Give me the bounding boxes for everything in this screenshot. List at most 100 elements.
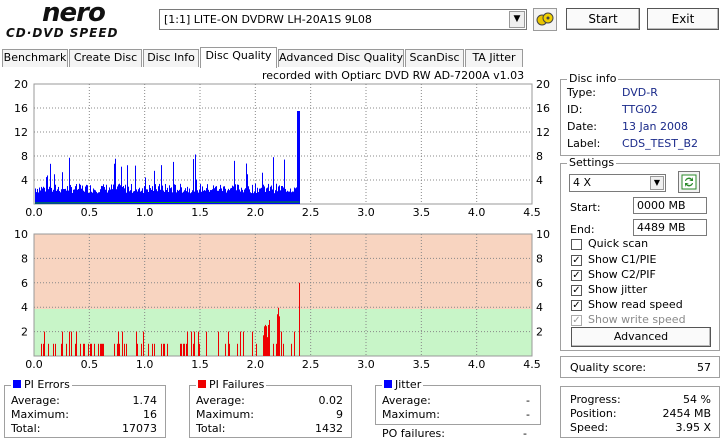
pi-error-bar [123, 185, 124, 204]
pi-error-bar [98, 192, 99, 204]
pi-errors-plot-area [33, 83, 533, 205]
pi-error-bar [91, 191, 92, 204]
settings-group: Settings 4 X ▼ Start: 0000 MB End: 4489 … [560, 157, 720, 351]
pi-error-bar [147, 189, 148, 204]
pi-failure-bar [76, 331, 77, 356]
show-read-speed-checkbox[interactable]: ✓ [571, 300, 582, 311]
pi-failure-bar [117, 343, 118, 356]
jitter-max-label: Maximum: [382, 408, 440, 421]
tab-scandisc[interactable]: ScanDisc [405, 49, 464, 67]
disc-drive-icon [536, 12, 554, 26]
c2-x-tick-label: 0.5 [81, 358, 99, 371]
pi-error-bar [138, 189, 139, 204]
pi-failure-bar [136, 331, 137, 356]
start-button[interactable]: Start [566, 8, 640, 30]
tab-disc-quality[interactable]: Disc Quality [200, 47, 277, 68]
pi-failure-bar [91, 343, 92, 356]
pi-error-bar [299, 111, 300, 204]
pi-error-bar [257, 187, 258, 204]
tab-benchmark[interactable]: Benchmark [2, 49, 68, 67]
pi-error-bar [101, 185, 102, 204]
refresh-icon [681, 174, 697, 190]
quick-scan-checkbox[interactable] [571, 239, 582, 250]
start-input[interactable]: 0000 MB [633, 197, 707, 214]
show-read-speed-label: Show read speed [588, 298, 683, 311]
chevron-down-icon[interactable]: ▼ [650, 176, 664, 190]
pi-error-bar [125, 184, 126, 204]
pi-failure-bar [163, 343, 164, 356]
position-value: 2454 MB [662, 407, 711, 420]
pi-error-bar [86, 184, 87, 204]
pi-error-bar [213, 185, 214, 204]
pi-failure-bar [269, 319, 270, 356]
show-jitter-checkbox[interactable]: ✓ [571, 285, 582, 296]
pi-error-bar [215, 186, 216, 204]
disc-type-value: DVD-R [622, 86, 658, 99]
pi-failure-bar [41, 343, 42, 356]
pi-failure-bar [278, 307, 279, 356]
pi-error-bar [113, 184, 114, 204]
pi-error-bar [196, 179, 197, 204]
tab-create-disc[interactable]: Create Disc [69, 49, 142, 67]
pi-failures-chart: 2 4 6 8 10 2 4 6 8 10 0.0 0.5 1.0 1.5 2.0 2.5 3.0 3.5 4.… [14, 228, 550, 371]
pi-error-bar [68, 190, 69, 204]
pi-failure-bar [90, 343, 91, 356]
pi-error-bar [281, 185, 282, 204]
show-c1-checkbox[interactable]: ✓ [571, 255, 582, 266]
pi-failure-bar [122, 331, 123, 356]
show-c2-checkbox[interactable]: ✓ [571, 270, 582, 281]
c2-x-tick-label: 1.0 [136, 358, 154, 371]
pi-error-bar [238, 184, 239, 204]
pi-error-bar [36, 192, 37, 204]
pi-error-bar [42, 188, 43, 204]
drive-info-button[interactable] [533, 8, 557, 31]
pi-error-bar [171, 187, 172, 204]
end-input[interactable]: 4489 MB [633, 219, 707, 236]
pi-error-bar [152, 186, 153, 204]
pi-failure-bar [43, 343, 44, 356]
pi-error-bar [52, 191, 53, 204]
pi-error-bar [40, 190, 41, 204]
c1-x-tick-label: 4.0 [468, 206, 486, 219]
pi-error-bar [96, 191, 97, 204]
c1-y-tick-label: 20 [14, 78, 28, 91]
pi-failure-bar [48, 343, 49, 356]
pi-error-bar [44, 187, 45, 204]
advanced-button[interactable]: Advanced [571, 327, 711, 347]
speed-select[interactable]: 4 X ▼ [569, 174, 666, 192]
jitter-avg-label: Average: [382, 394, 431, 407]
pi-error-bar [145, 177, 146, 204]
pi-error-bar [95, 190, 96, 204]
logo-main: nero [42, 0, 106, 28]
exit-button[interactable]: Exit [647, 8, 719, 30]
pi-error-bar [129, 191, 130, 204]
show-c1-label: Show C1/PIE [588, 253, 657, 266]
pi-failure-bar [103, 343, 104, 356]
pi-error-bar [136, 189, 137, 204]
pi-error-bar [49, 186, 50, 204]
tab-ta-jitter[interactable]: TA Jitter [465, 49, 523, 67]
refresh-speed-button[interactable] [678, 171, 700, 193]
pi-error-bar [237, 184, 238, 204]
pi-error-bar [120, 185, 121, 204]
pi-failure-bar [119, 343, 120, 356]
drive-select[interactable]: [1:1] LITE-ON DVDRW LH-20A1S 9L08 ▼ [159, 9, 527, 30]
pi-error-bar [262, 172, 263, 204]
tab-advanced-disc-quality[interactable]: Advanced Disc Quality [278, 49, 404, 67]
pi-error-bar [71, 187, 72, 204]
chevron-down-icon[interactable]: ▼ [509, 11, 525, 28]
pi-failure-bar [199, 343, 200, 356]
pi-error-bar [252, 184, 253, 204]
c2-x-tick-label: 1.5 [191, 358, 209, 371]
pi-failure-bar [62, 331, 63, 356]
pi-error-bar [177, 189, 178, 204]
disc-id-label: ID: [567, 103, 583, 116]
progress-group: Progress: 54 % Position: 2454 MB Speed: … [560, 386, 720, 438]
pi-error-bar [81, 188, 82, 204]
show-write-speed-checkbox: ✓ [571, 315, 582, 326]
pi-error-bar [73, 189, 74, 204]
pi-error-bar [39, 187, 40, 204]
tab-disc-info[interactable]: Disc Info [143, 49, 199, 67]
pi-failure-bar [291, 343, 292, 356]
pi-failures-max-label: Maximum: [196, 408, 254, 421]
